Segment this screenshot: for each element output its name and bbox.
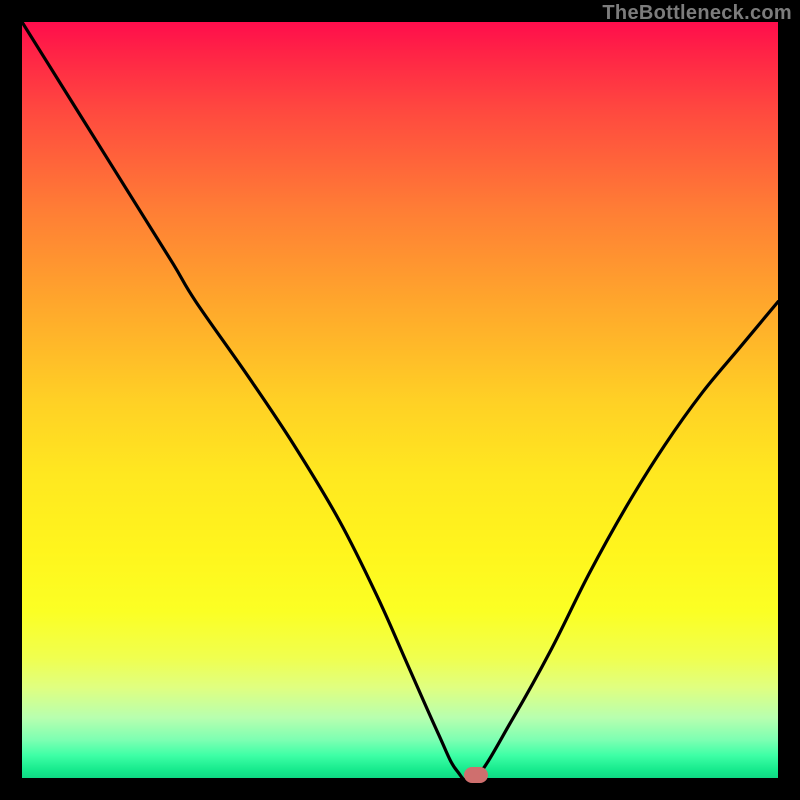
bottleneck-curve <box>22 22 778 778</box>
chart-container: TheBottleneck.com <box>0 0 800 800</box>
watermark-text: TheBottleneck.com <box>602 2 792 25</box>
plot-area <box>22 22 778 778</box>
bottleneck-marker <box>464 767 488 783</box>
curve-svg <box>22 22 778 778</box>
